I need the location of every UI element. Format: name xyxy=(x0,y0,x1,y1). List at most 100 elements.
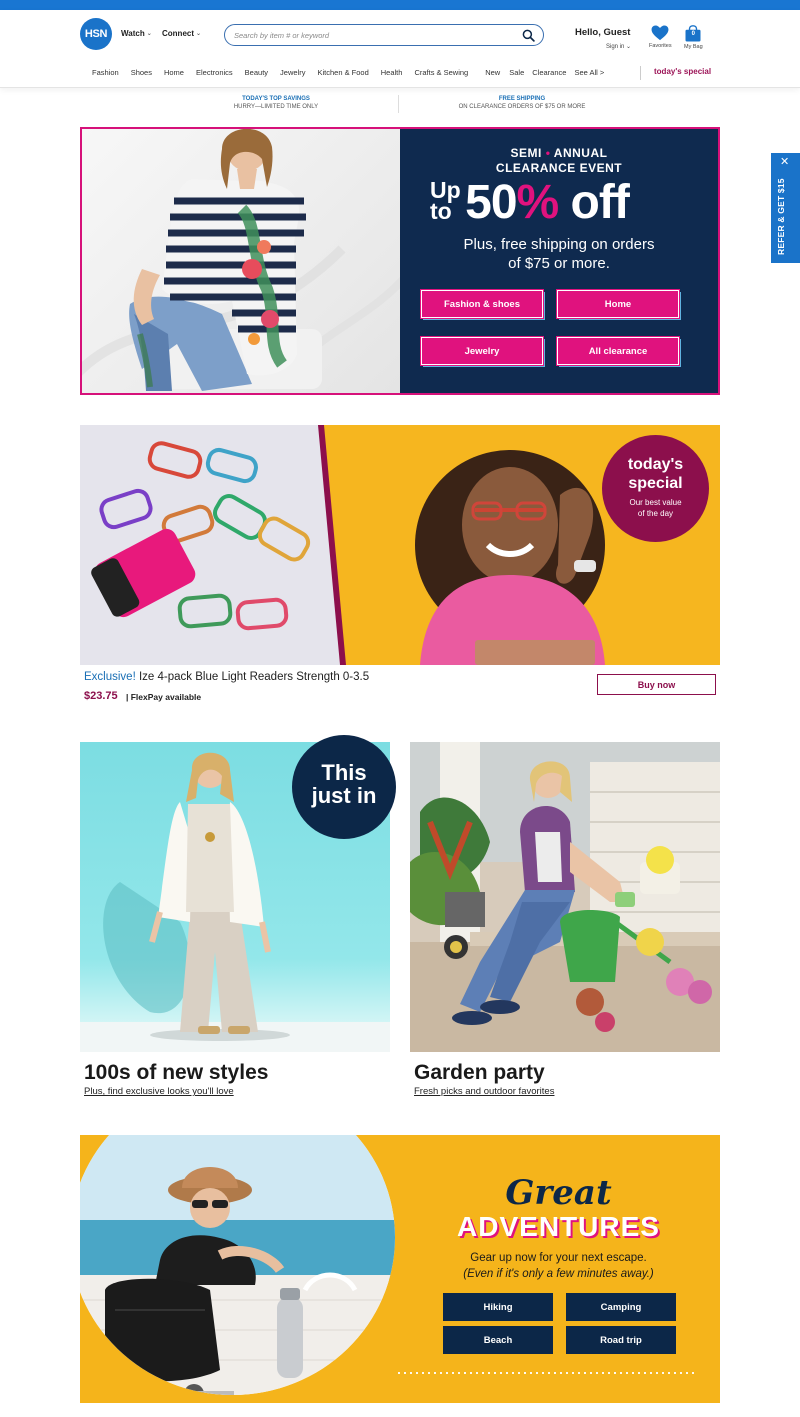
nav-beauty[interactable]: Beauty xyxy=(245,68,268,77)
hero-title-semi: SEMI xyxy=(510,146,542,160)
hero-discount: Up to 50% off xyxy=(430,176,630,229)
road-trip-button[interactable]: Road trip xyxy=(566,1326,676,1354)
hero-sub-line1: Plus, free shipping on orders xyxy=(463,236,655,253)
top-savings-title: TODAY'S TOP SAVINGS xyxy=(242,96,310,102)
to-text: to xyxy=(430,198,452,224)
new-styles-subtitle[interactable]: Plus, find exclusive looks you'll love xyxy=(84,1086,234,1097)
nav-new[interactable]: New xyxy=(485,68,500,77)
clearance-hero-banner[interactable]: SEMI • ANNUAL CLEARANCE EVENT Up to 50% o… xyxy=(80,127,720,395)
percent-off-text: 50% off xyxy=(465,176,630,229)
nav-sale[interactable]: Sale xyxy=(509,68,524,77)
hero-title: SEMI • ANNUAL CLEARANCE EVENT xyxy=(400,146,718,176)
todays-special-banner[interactable]: today's special Our best value of the day xyxy=(80,425,720,665)
watch-menu[interactable]: Watch ⌄ xyxy=(121,29,152,38)
adventures-title: ADVENTURES xyxy=(457,1211,660,1242)
greeting-text: Hello, Guest xyxy=(575,27,631,38)
badge-line1: This xyxy=(321,760,367,785)
buy-now-button[interactable]: Buy now xyxy=(597,674,716,695)
hero-title-line2: CLEARANCE EVENT xyxy=(495,161,623,175)
product-name: Ize 4-pack Blue Light Readers Strength 0… xyxy=(138,671,370,683)
promo-divider xyxy=(398,95,399,113)
product-price: $23.75 xyxy=(84,690,118,702)
refer-tab[interactable]: ✕ REFER & GET $15 xyxy=(771,153,800,263)
nav-home[interactable]: Home xyxy=(164,68,184,77)
nav-see-all[interactable]: See All > xyxy=(574,68,604,77)
beach-button[interactable]: Beach xyxy=(443,1326,553,1354)
bag-count: 0 xyxy=(691,31,695,37)
nav-jewelry[interactable]: Jewelry xyxy=(280,68,305,77)
hiking-button[interactable]: Hiking xyxy=(443,1293,553,1321)
nav-crafts-sewing[interactable]: Crafts & Sewing xyxy=(414,68,468,77)
refer-label: REFER & GET $15 xyxy=(776,178,786,255)
chevron-down-icon: ⌄ xyxy=(146,31,152,37)
hsn-logo[interactable]: HSN xyxy=(80,18,112,50)
adventures-image xyxy=(80,1135,395,1395)
model-illustration xyxy=(82,129,400,391)
top-accent-bar xyxy=(0,0,800,10)
adventures-photo xyxy=(80,1135,395,1395)
heart-icon xyxy=(651,25,669,41)
home-button[interactable]: Home xyxy=(556,289,680,319)
chevron-down-icon: ⌄ xyxy=(626,44,632,50)
free-shipping-promo[interactable]: FREE SHIPPING ON CLEARANCE ORDERS OF $75… xyxy=(440,95,604,111)
percent-number: 50 xyxy=(465,176,517,229)
exclusive-label: Exclusive! xyxy=(84,671,136,683)
adventures-sub-line2: (Even if it's only a few minutes away.) xyxy=(463,1268,654,1280)
top-savings-sub: HURRY—LIMITED TIME ONLY xyxy=(233,104,319,110)
top-savings-promo[interactable]: TODAY'S TOP SAVINGS HURRY—LIMITED TIME O… xyxy=(200,95,352,111)
hero-model-photo xyxy=(82,129,400,393)
garden-party-title[interactable]: Garden party xyxy=(414,1061,545,1085)
nav-divider xyxy=(640,66,641,80)
my-bag-button[interactable]: 0 My Bag xyxy=(684,25,703,50)
favorites-button[interactable]: Favorites xyxy=(649,25,672,49)
percent-sign: % xyxy=(516,176,560,229)
free-shipping-sub: ON CLEARANCE ORDERS OF $75 OR MORE xyxy=(458,104,586,110)
nav-kitchen-food[interactable]: Kitchen & Food xyxy=(317,68,368,77)
hero-title-annual: ANNUAL xyxy=(553,146,608,160)
search-bar xyxy=(224,24,544,46)
search-input[interactable] xyxy=(234,25,514,46)
garden-party-tile[interactable] xyxy=(410,742,720,1052)
new-styles-title[interactable]: 100s of new styles xyxy=(84,1061,268,1085)
fashion-shoes-button[interactable]: Fashion & shoes xyxy=(420,289,544,319)
camping-button[interactable]: Camping xyxy=(566,1293,676,1321)
garden-party-image xyxy=(410,742,720,1052)
hero-sub-line2: of $75 or more. xyxy=(508,255,610,272)
badge-title-line2: special xyxy=(628,475,683,492)
nav-health[interactable]: Health xyxy=(381,68,403,77)
dotted-divider xyxy=(396,1371,696,1375)
nav-fashion[interactable]: Fashion xyxy=(92,68,119,77)
badge-title: today's special xyxy=(602,455,709,493)
connect-menu[interactable]: Connect ⌄ xyxy=(162,29,201,38)
category-nav: Fashion Shoes Home Electronics Beauty Je… xyxy=(92,68,616,77)
nav-clearance[interactable]: Clearance xyxy=(532,68,566,77)
hero-subtitle: Plus, free shipping on orders of $75 or … xyxy=(400,235,718,273)
bag-label: My Bag xyxy=(684,44,703,50)
free-shipping-title: FREE SHIPPING xyxy=(498,96,546,102)
dot-separator: • xyxy=(541,146,554,160)
search-icon[interactable] xyxy=(522,29,535,42)
adventures-banner[interactable]: Great ADVENTURES Gear up now for your ne… xyxy=(80,1135,720,1403)
adventures-sub-line1: Gear up now for your next escape. xyxy=(470,1252,647,1264)
close-icon[interactable]: ✕ xyxy=(780,157,789,168)
nav-electronics[interactable]: Electronics xyxy=(196,68,233,77)
nav-shoes[interactable]: Shoes xyxy=(131,68,152,77)
chevron-down-icon: ⌄ xyxy=(196,31,202,37)
garden-party-subtitle[interactable]: Fresh picks and outdoor favorites xyxy=(414,1086,554,1097)
adventures-subtitle: Gear up now for your next escape. (Even … xyxy=(426,1250,691,1282)
adventures-script-title: Great xyxy=(505,1173,612,1213)
this-just-in-badge: This just in xyxy=(292,735,396,839)
badge-sub-line1: Our best value xyxy=(629,498,682,507)
sign-in-link[interactable]: Sign in ⌄ xyxy=(606,43,631,50)
favorites-label: Favorites xyxy=(649,43,672,49)
todays-special-badge: today's special Our best value of the day xyxy=(602,435,709,542)
badge-title-line1: today's xyxy=(627,456,684,473)
watch-label: Watch xyxy=(121,29,145,38)
sign-in-label: Sign in xyxy=(606,44,625,50)
off-text: off xyxy=(558,176,630,229)
jewelry-button[interactable]: Jewelry xyxy=(420,336,544,366)
all-clearance-button[interactable]: All clearance xyxy=(556,336,680,366)
badge-sub: Our best value of the day xyxy=(602,497,709,519)
product-caption[interactable]: Exclusive! Ize 4-pack Blue Light Readers… xyxy=(84,671,369,683)
todays-special-link[interactable]: today's special xyxy=(654,67,711,76)
